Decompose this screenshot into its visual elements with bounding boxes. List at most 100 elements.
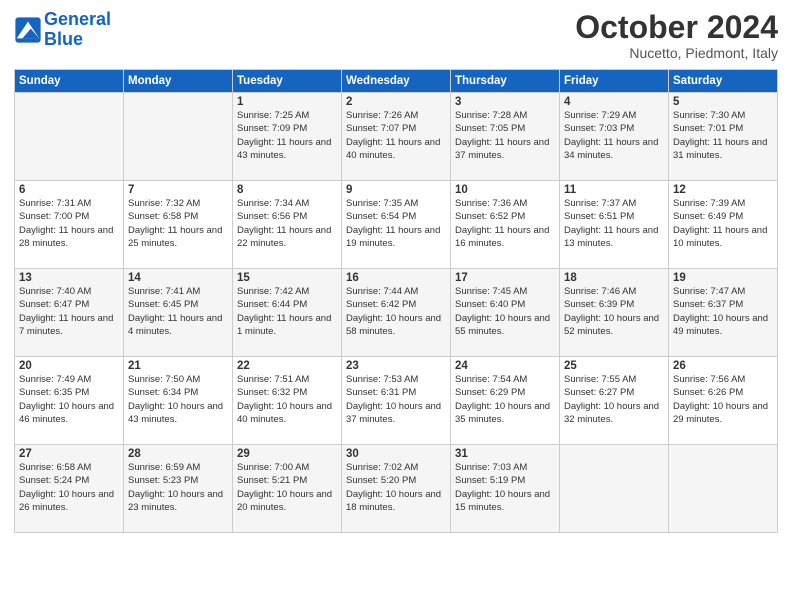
day-number: 29 [237,448,337,460]
day-number: 2 [346,96,446,108]
logo-blue: Blue [44,29,83,49]
day-detail: Sunrise: 7:34 AM Sunset: 6:56 PM Dayligh… [237,197,337,250]
day-number: 10 [455,184,555,196]
day-detail: Sunrise: 7:39 AM Sunset: 6:49 PM Dayligh… [673,197,773,250]
calendar-week-5: 27Sunrise: 6:58 AM Sunset: 5:24 PM Dayli… [15,445,778,533]
calendar-cell: 7Sunrise: 7:32 AM Sunset: 6:58 PM Daylig… [124,181,233,269]
title-block: October 2024 Nucetto, Piedmont, Italy [575,10,778,61]
calendar-cell: 11Sunrise: 7:37 AM Sunset: 6:51 PM Dayli… [560,181,669,269]
calendar-week-1: 1Sunrise: 7:25 AM Sunset: 7:09 PM Daylig… [15,93,778,181]
col-monday: Monday [124,70,233,93]
calendar-cell: 3Sunrise: 7:28 AM Sunset: 7:05 PM Daylig… [451,93,560,181]
calendar-cell [15,93,124,181]
day-number: 31 [455,448,555,460]
day-detail: Sunrise: 7:53 AM Sunset: 6:31 PM Dayligh… [346,373,446,426]
day-detail: Sunrise: 7:02 AM Sunset: 5:20 PM Dayligh… [346,461,446,514]
calendar-cell: 22Sunrise: 7:51 AM Sunset: 6:32 PM Dayli… [233,357,342,445]
calendar-week-4: 20Sunrise: 7:49 AM Sunset: 6:35 PM Dayli… [15,357,778,445]
day-number: 3 [455,96,555,108]
day-number: 1 [237,96,337,108]
col-sunday: Sunday [15,70,124,93]
calendar-cell: 30Sunrise: 7:02 AM Sunset: 5:20 PM Dayli… [342,445,451,533]
day-detail: Sunrise: 7:44 AM Sunset: 6:42 PM Dayligh… [346,285,446,338]
day-number: 6 [19,184,119,196]
calendar-cell: 4Sunrise: 7:29 AM Sunset: 7:03 PM Daylig… [560,93,669,181]
day-number: 5 [673,96,773,108]
logo-general: General [44,9,111,29]
day-number: 27 [19,448,119,460]
month-title: October 2024 [575,10,778,45]
calendar-cell: 17Sunrise: 7:45 AM Sunset: 6:40 PM Dayli… [451,269,560,357]
day-number: 20 [19,360,119,372]
logo: General Blue [14,10,111,50]
day-detail: Sunrise: 7:30 AM Sunset: 7:01 PM Dayligh… [673,109,773,162]
logo-text: General Blue [44,10,111,50]
day-detail: Sunrise: 7:40 AM Sunset: 6:47 PM Dayligh… [19,285,119,338]
day-detail: Sunrise: 7:31 AM Sunset: 7:00 PM Dayligh… [19,197,119,250]
day-detail: Sunrise: 7:29 AM Sunset: 7:03 PM Dayligh… [564,109,664,162]
col-thursday: Thursday [451,70,560,93]
col-wednesday: Wednesday [342,70,451,93]
calendar-cell: 29Sunrise: 7:00 AM Sunset: 5:21 PM Dayli… [233,445,342,533]
day-detail: Sunrise: 7:03 AM Sunset: 5:19 PM Dayligh… [455,461,555,514]
day-number: 7 [128,184,228,196]
col-saturday: Saturday [669,70,778,93]
calendar-cell: 1Sunrise: 7:25 AM Sunset: 7:09 PM Daylig… [233,93,342,181]
day-detail: Sunrise: 7:00 AM Sunset: 5:21 PM Dayligh… [237,461,337,514]
day-detail: Sunrise: 6:58 AM Sunset: 5:24 PM Dayligh… [19,461,119,514]
day-number: 24 [455,360,555,372]
day-number: 4 [564,96,664,108]
calendar-cell: 25Sunrise: 7:55 AM Sunset: 6:27 PM Dayli… [560,357,669,445]
day-number: 22 [237,360,337,372]
day-detail: Sunrise: 7:50 AM Sunset: 6:34 PM Dayligh… [128,373,228,426]
calendar-cell: 26Sunrise: 7:56 AM Sunset: 6:26 PM Dayli… [669,357,778,445]
day-number: 16 [346,272,446,284]
calendar-cell: 16Sunrise: 7:44 AM Sunset: 6:42 PM Dayli… [342,269,451,357]
day-detail: Sunrise: 7:54 AM Sunset: 6:29 PM Dayligh… [455,373,555,426]
calendar-cell: 14Sunrise: 7:41 AM Sunset: 6:45 PM Dayli… [124,269,233,357]
day-detail: Sunrise: 7:25 AM Sunset: 7:09 PM Dayligh… [237,109,337,162]
calendar-cell: 10Sunrise: 7:36 AM Sunset: 6:52 PM Dayli… [451,181,560,269]
day-detail: Sunrise: 7:32 AM Sunset: 6:58 PM Dayligh… [128,197,228,250]
day-detail: Sunrise: 7:35 AM Sunset: 6:54 PM Dayligh… [346,197,446,250]
calendar-table: Sunday Monday Tuesday Wednesday Thursday… [14,69,778,533]
day-detail: Sunrise: 7:56 AM Sunset: 6:26 PM Dayligh… [673,373,773,426]
calendar-cell: 28Sunrise: 6:59 AM Sunset: 5:23 PM Dayli… [124,445,233,533]
col-tuesday: Tuesday [233,70,342,93]
day-detail: Sunrise: 7:46 AM Sunset: 6:39 PM Dayligh… [564,285,664,338]
day-detail: Sunrise: 7:28 AM Sunset: 7:05 PM Dayligh… [455,109,555,162]
day-detail: Sunrise: 6:59 AM Sunset: 5:23 PM Dayligh… [128,461,228,514]
day-detail: Sunrise: 7:47 AM Sunset: 6:37 PM Dayligh… [673,285,773,338]
calendar-cell: 18Sunrise: 7:46 AM Sunset: 6:39 PM Dayli… [560,269,669,357]
calendar-cell: 8Sunrise: 7:34 AM Sunset: 6:56 PM Daylig… [233,181,342,269]
day-detail: Sunrise: 7:26 AM Sunset: 7:07 PM Dayligh… [346,109,446,162]
calendar-cell: 24Sunrise: 7:54 AM Sunset: 6:29 PM Dayli… [451,357,560,445]
header-row: Sunday Monday Tuesday Wednesday Thursday… [15,70,778,93]
day-number: 23 [346,360,446,372]
day-number: 12 [673,184,773,196]
day-number: 8 [237,184,337,196]
calendar-cell: 27Sunrise: 6:58 AM Sunset: 5:24 PM Dayli… [15,445,124,533]
calendar-cell: 19Sunrise: 7:47 AM Sunset: 6:37 PM Dayli… [669,269,778,357]
calendar-cell: 23Sunrise: 7:53 AM Sunset: 6:31 PM Dayli… [342,357,451,445]
calendar-cell: 6Sunrise: 7:31 AM Sunset: 7:00 PM Daylig… [15,181,124,269]
day-detail: Sunrise: 7:42 AM Sunset: 6:44 PM Dayligh… [237,285,337,338]
calendar-cell [560,445,669,533]
calendar-cell [669,445,778,533]
day-detail: Sunrise: 7:49 AM Sunset: 6:35 PM Dayligh… [19,373,119,426]
day-number: 14 [128,272,228,284]
day-detail: Sunrise: 7:36 AM Sunset: 6:52 PM Dayligh… [455,197,555,250]
day-number: 15 [237,272,337,284]
day-detail: Sunrise: 7:37 AM Sunset: 6:51 PM Dayligh… [564,197,664,250]
day-number: 11 [564,184,664,196]
calendar-week-2: 6Sunrise: 7:31 AM Sunset: 7:00 PM Daylig… [15,181,778,269]
calendar-cell: 31Sunrise: 7:03 AM Sunset: 5:19 PM Dayli… [451,445,560,533]
day-number: 28 [128,448,228,460]
location-title: Nucetto, Piedmont, Italy [575,45,778,61]
logo-icon [14,16,42,44]
calendar-cell: 20Sunrise: 7:49 AM Sunset: 6:35 PM Dayli… [15,357,124,445]
day-number: 30 [346,448,446,460]
calendar-cell: 13Sunrise: 7:40 AM Sunset: 6:47 PM Dayli… [15,269,124,357]
day-detail: Sunrise: 7:55 AM Sunset: 6:27 PM Dayligh… [564,373,664,426]
calendar-cell: 5Sunrise: 7:30 AM Sunset: 7:01 PM Daylig… [669,93,778,181]
